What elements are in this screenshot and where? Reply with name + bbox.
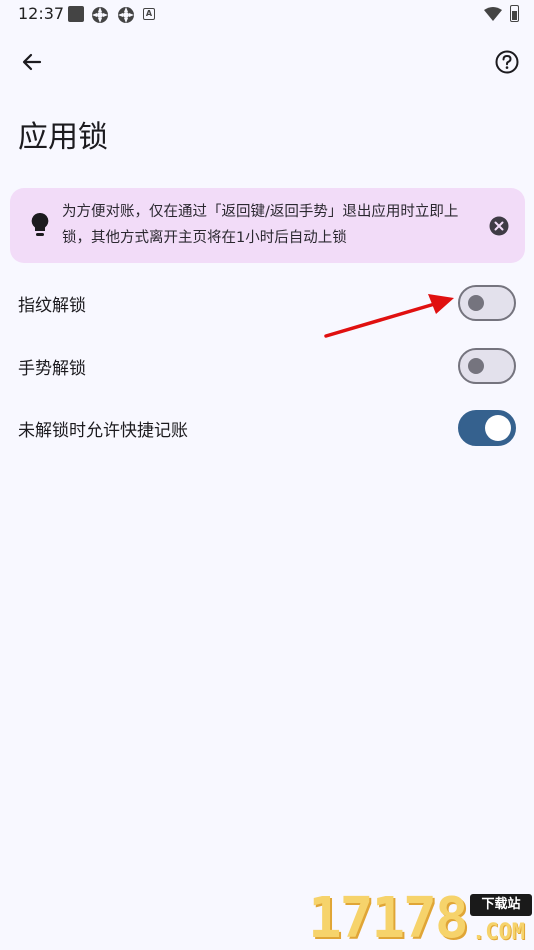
help-button[interactable]: [494, 49, 520, 75]
watermark-domain: .COM: [472, 920, 525, 945]
gear-notification-icon: [92, 7, 108, 23]
switch-knob: [468, 358, 484, 374]
setting-row-gesture-unlock[interactable]: 手势解锁: [0, 338, 534, 394]
status-time: 12:37: [18, 4, 65, 23]
switch-knob: [485, 415, 511, 441]
switch-knob: [468, 295, 484, 311]
setting-label: 未解锁时允许快捷记账: [18, 421, 188, 441]
close-button[interactable]: [489, 216, 509, 236]
square-notification-icon: [68, 6, 84, 22]
gear-notification-icon: [118, 7, 134, 23]
gesture-unlock-switch[interactable]: [458, 348, 516, 384]
quick-record-switch[interactable]: [458, 410, 516, 446]
tip-banner: 为方便对账，仅在通过「返回键/返回手势」退出应用时立即上锁，其他方式离开主页将在…: [10, 188, 525, 263]
page-title: 应用锁: [18, 120, 108, 155]
help-circle-icon: [495, 50, 519, 74]
setting-row-quick-record[interactable]: 未解锁时允许快捷记账: [0, 400, 534, 456]
setting-label: 指纹解锁: [18, 296, 86, 316]
close-circle-icon: [489, 216, 509, 236]
tip-text: 为方便对账，仅在通过「返回键/返回手势」退出应用时立即上锁，其他方式离开主页将在…: [62, 204, 459, 246]
a-notification-icon: A: [143, 8, 155, 20]
battery-icon: [510, 5, 519, 22]
watermark-digits: 17178: [308, 886, 469, 950]
lightbulb-icon: [31, 212, 49, 236]
back-button[interactable]: [18, 48, 46, 76]
arrow-left-icon: [22, 53, 42, 71]
watermark: 17178 下载站 .COM: [308, 888, 534, 950]
watermark-badge: 下载站: [470, 894, 532, 916]
annotation-arrow-icon: [324, 294, 454, 338]
wifi-icon: [484, 7, 502, 21]
setting-label: 手势解锁: [18, 359, 86, 379]
status-bar: 12:37 A: [0, 0, 534, 30]
